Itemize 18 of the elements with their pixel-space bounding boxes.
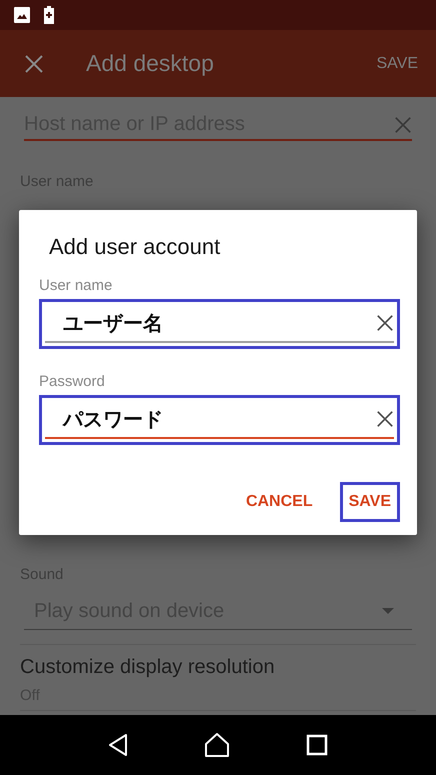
screen-title: Add desktop [86, 50, 215, 77]
image-icon [14, 7, 30, 23]
battery-icon [44, 6, 54, 24]
dropdown-arrow-icon [382, 608, 394, 614]
setting-title[interactable]: Customize display resolution [20, 656, 416, 679]
input-field[interactable]: パスワード [39, 395, 400, 445]
field-label: User name [39, 277, 114, 294]
close-icon[interactable] [24, 54, 44, 74]
dialog-button[interactable]: SAVE [340, 482, 400, 522]
clear-icon[interactable] [376, 314, 394, 332]
home-icon[interactable] [204, 732, 230, 758]
field-label: Password [39, 373, 106, 390]
dialog-title: Add user account [49, 234, 222, 260]
input-field[interactable]: ユーザー名 [39, 299, 400, 349]
back-icon[interactable] [108, 733, 128, 757]
clear-icon[interactable] [376, 410, 394, 428]
overview-icon[interactable] [306, 734, 328, 756]
save-button[interactable]: SAVE [372, 50, 422, 76]
